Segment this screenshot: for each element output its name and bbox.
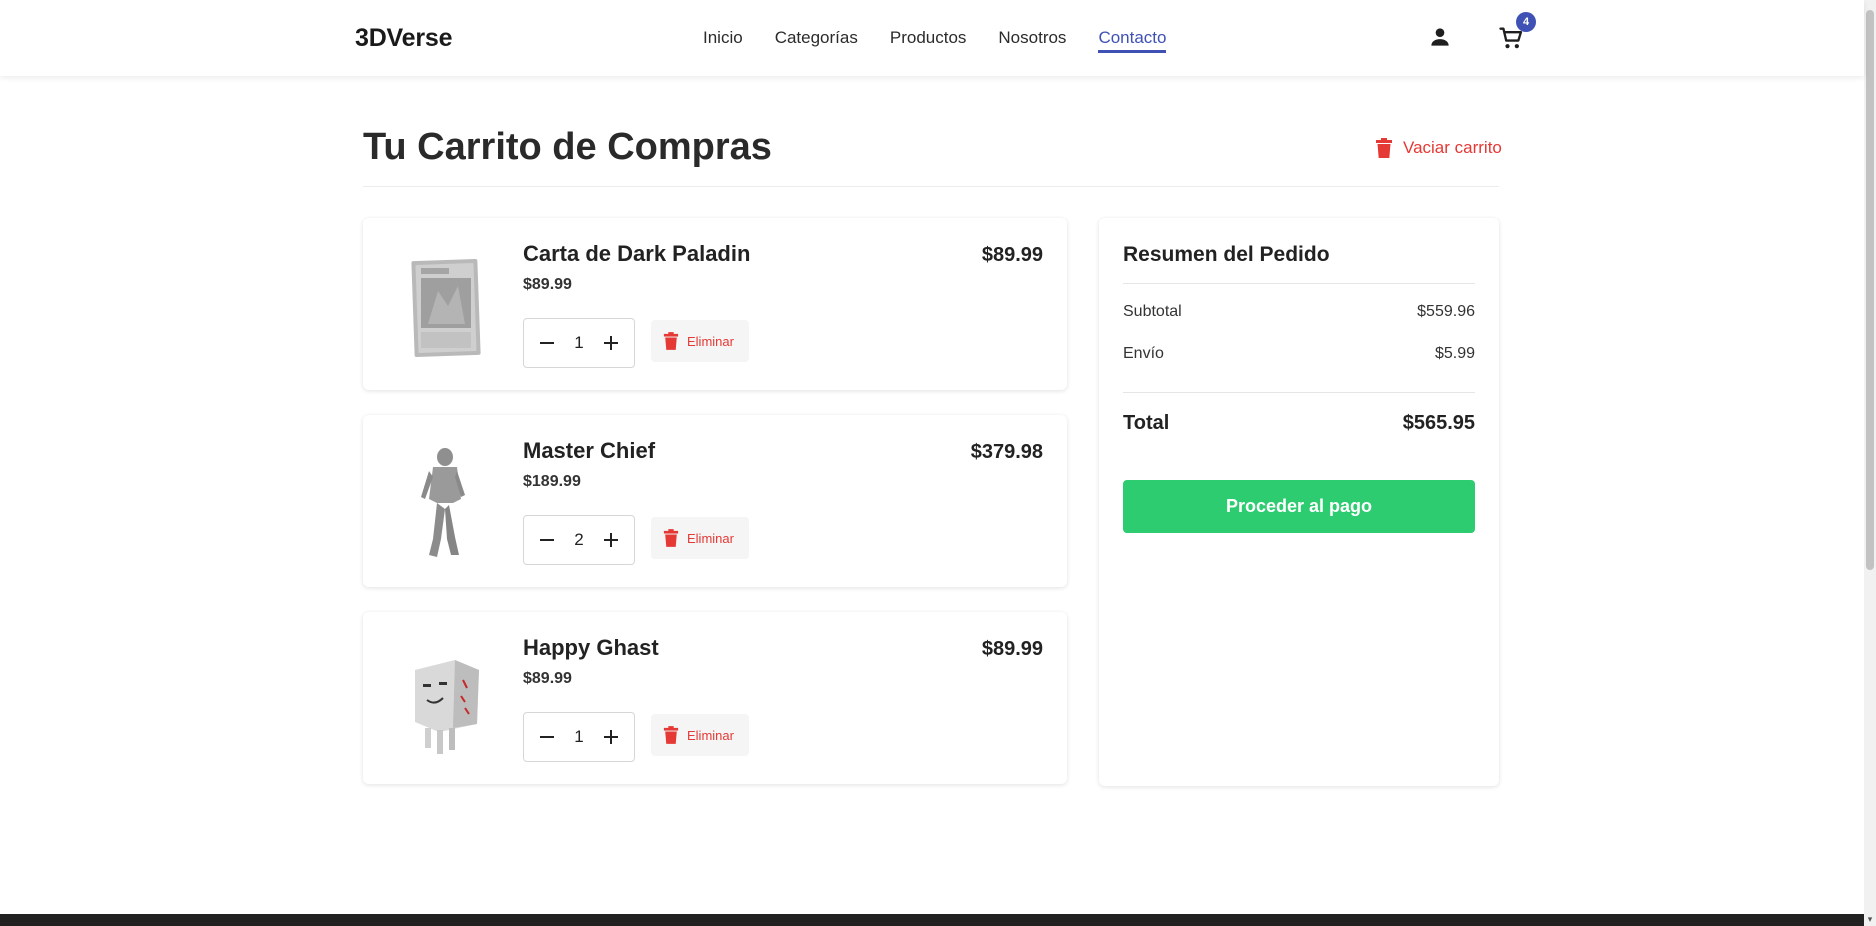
total-value: $565.95 bbox=[1402, 412, 1475, 434]
item-name: Happy Ghast bbox=[523, 635, 659, 660]
shipping-label: Envío bbox=[1123, 345, 1164, 362]
minus-icon bbox=[540, 539, 554, 541]
remove-label: Eliminar bbox=[687, 727, 734, 743]
remove-label: Eliminar bbox=[687, 530, 734, 546]
footer bbox=[0, 914, 1864, 926]
quantity-stepper: 2 bbox=[523, 515, 635, 565]
cart-count-badge: 4 bbox=[1516, 12, 1536, 32]
trash-icon bbox=[663, 529, 679, 547]
scroll-down-arrow-icon[interactable]: ▾ bbox=[1865, 914, 1875, 924]
item-total-price: $89.99 bbox=[981, 244, 1043, 266]
shipping-row: Envío $5.99 bbox=[1123, 345, 1475, 363]
user-icon[interactable] bbox=[1427, 24, 1453, 50]
summary-divider bbox=[1123, 283, 1475, 284]
shipping-value: $5.99 bbox=[1434, 345, 1475, 362]
item-unit-price: $89.99 bbox=[523, 670, 572, 687]
plus-icon bbox=[604, 336, 618, 350]
nav-link-categorias[interactable]: Categorías bbox=[775, 28, 858, 53]
trash-icon bbox=[1376, 138, 1392, 158]
quantity-value: 1 bbox=[574, 727, 584, 746]
checkout-button[interactable]: Proceder al pago bbox=[1123, 480, 1475, 533]
plus-icon bbox=[604, 533, 618, 547]
happy-ghast-image bbox=[415, 660, 479, 754]
brand-logo[interactable]: 3DVerse bbox=[355, 24, 452, 53]
trash-icon bbox=[663, 726, 679, 744]
decrease-quantity-button[interactable] bbox=[536, 332, 558, 354]
trash-icon bbox=[663, 332, 679, 350]
subtotal-value: $559.96 bbox=[1417, 303, 1475, 320]
summary-title: Resumen del Pedido bbox=[1123, 243, 1330, 266]
cart-item: Happy Ghast $89.99 $89.99 1 Eliminar bbox=[363, 612, 1067, 784]
page-title: Tu Carrito de Compras bbox=[363, 126, 772, 168]
minus-icon bbox=[540, 342, 554, 344]
quantity-stepper: 1 bbox=[523, 712, 635, 762]
master-chief-figure-image bbox=[421, 448, 465, 557]
item-total-price: $89.99 bbox=[981, 638, 1043, 660]
nav-link-productos[interactable]: Productos bbox=[890, 28, 967, 53]
nav-link-contacto[interactable]: Contacto bbox=[1098, 28, 1167, 53]
total-label: Total bbox=[1123, 412, 1170, 434]
increase-quantity-button[interactable] bbox=[600, 726, 622, 748]
remove-item-button[interactable]: Eliminar bbox=[651, 320, 749, 362]
main-nav: Inicio Categorías Productos Nosotros Con… bbox=[703, 28, 1167, 53]
subtotal-label: Subtotal bbox=[1123, 303, 1182, 320]
quantity-value: 2 bbox=[574, 530, 584, 549]
item-name: Master Chief bbox=[523, 438, 656, 463]
minus-icon bbox=[540, 736, 554, 738]
quantity-value: 1 bbox=[574, 333, 584, 352]
dark-paladin-card-image bbox=[411, 258, 481, 358]
increase-quantity-button[interactable] bbox=[600, 529, 622, 551]
title-divider bbox=[363, 186, 1499, 187]
top-navbar: 3DVerse Inicio Categorías Productos Noso… bbox=[0, 0, 1864, 76]
summary-divider bbox=[1123, 392, 1475, 393]
cart-item: Master Chief $189.99 $379.98 2 Eliminar bbox=[363, 415, 1067, 587]
total-row: Total $565.95 bbox=[1123, 412, 1475, 435]
scrollbar-thumb[interactable] bbox=[1866, 10, 1874, 570]
quantity-stepper: 1 bbox=[523, 318, 635, 368]
item-unit-price: $189.99 bbox=[523, 473, 581, 490]
item-unit-price: $89.99 bbox=[523, 276, 572, 293]
remove-label: Eliminar bbox=[687, 333, 734, 349]
nav-link-nosotros[interactable]: Nosotros bbox=[998, 28, 1066, 53]
decrease-quantity-button[interactable] bbox=[536, 726, 558, 748]
item-total-price: $379.98 bbox=[970, 441, 1043, 463]
plus-icon bbox=[604, 730, 618, 744]
remove-item-button[interactable]: Eliminar bbox=[651, 517, 749, 559]
page-scrollbar[interactable]: ▾ bbox=[1864, 0, 1876, 926]
increase-quantity-button[interactable] bbox=[600, 332, 622, 354]
nav-link-inicio[interactable]: Inicio bbox=[703, 28, 743, 53]
clear-cart-label: Vaciar carrito bbox=[1403, 138, 1502, 157]
clear-cart-button[interactable]: Vaciar carrito bbox=[1375, 138, 1502, 158]
cart-item: Carta de Dark Paladin $89.99 $89.99 1 El… bbox=[363, 218, 1067, 390]
order-summary: Resumen del Pedido Subtotal $559.96 Enví… bbox=[1099, 218, 1499, 786]
decrease-quantity-button[interactable] bbox=[536, 529, 558, 551]
remove-item-button[interactable]: Eliminar bbox=[651, 714, 749, 756]
subtotal-row: Subtotal $559.96 bbox=[1123, 303, 1475, 321]
item-name: Carta de Dark Paladin bbox=[523, 241, 751, 266]
